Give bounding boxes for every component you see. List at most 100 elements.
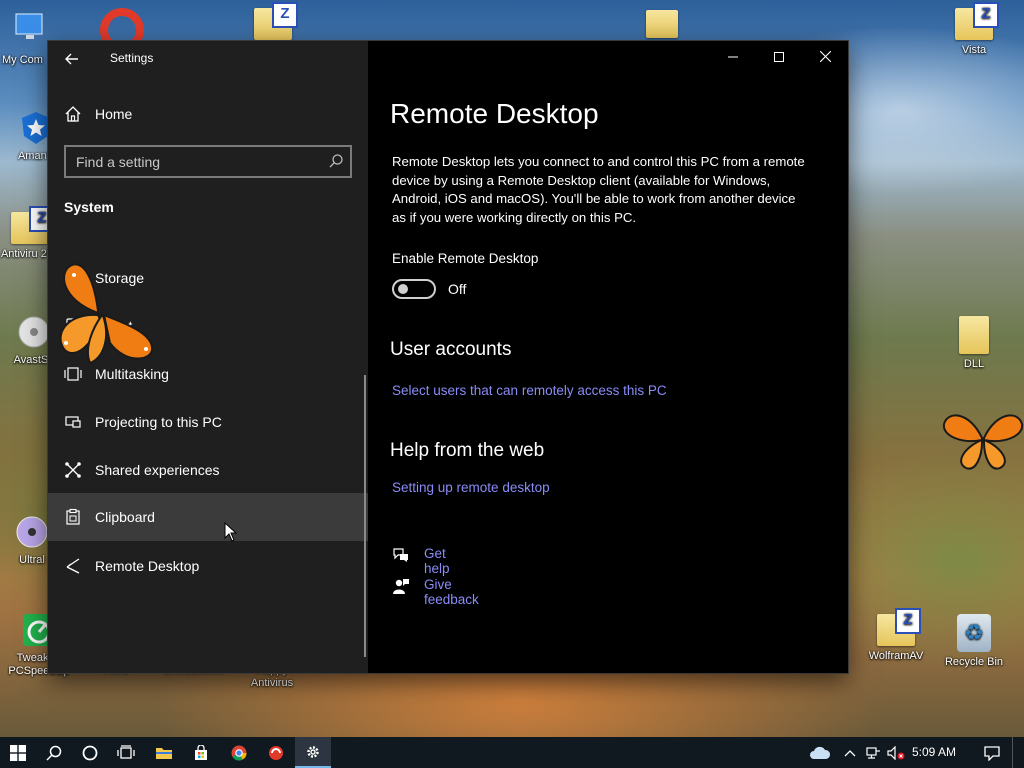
action-center-button[interactable] — [978, 737, 1006, 768]
enable-remote-desktop-label: Enable Remote Desktop — [392, 251, 539, 266]
volume-tray[interactable] — [884, 737, 908, 768]
close-icon — [819, 50, 831, 63]
setting-up-remote-desktop-link[interactable]: Setting up remote desktop — [392, 480, 550, 495]
remote-desktop-icon — [66, 558, 80, 574]
taskbar-search-button[interactable] — [36, 737, 72, 768]
sidebar-item-label: Clipboard — [95, 509, 155, 525]
give-feedback-link[interactable]: Give feedback — [424, 577, 479, 607]
sidebar-item-label: Multitasking — [95, 366, 169, 382]
search-icon[interactable] — [328, 153, 344, 169]
mouse-cursor-icon — [224, 522, 238, 542]
search-box[interactable] — [64, 145, 352, 178]
maximize-button[interactable] — [756, 41, 802, 73]
sidebar-item-label: Home — [95, 106, 133, 122]
onedrive-tray[interactable] — [806, 737, 834, 768]
taskbar-file-explorer[interactable] — [146, 737, 182, 768]
sidebar-item-home[interactable]: Home — [48, 90, 368, 138]
store-icon — [195, 744, 207, 760]
red-app-icon — [269, 745, 283, 760]
sidebar-section-title: System — [64, 199, 114, 215]
ccleaner-icon[interactable] — [100, 8, 144, 42]
sidebar-item-remote-desktop[interactable]: Remote Desktop — [48, 542, 368, 590]
show-desktop-button[interactable] — [1012, 737, 1024, 768]
search-input[interactable] — [66, 147, 328, 176]
task-view-button[interactable] — [108, 737, 144, 768]
cortana-button[interactable] — [72, 737, 108, 768]
desktop-icon-top-folder-2[interactable] — [644, 10, 680, 42]
taskbar: 5:09 AM — [0, 737, 1024, 768]
show-hidden-icons-button[interactable] — [840, 737, 860, 768]
help-heading: Help from the web — [390, 440, 545, 461]
cd-icon — [16, 516, 48, 548]
settings-content: Remote Desktop Remote Desktop lets you c… — [368, 41, 848, 673]
desktop-icon-label: WolframAV — [868, 650, 924, 662]
disc-icon — [18, 316, 50, 348]
minimize-button[interactable] — [710, 41, 756, 73]
page-description: Remote Desktop lets you connect to and c… — [392, 154, 805, 225]
get-help-icon — [393, 548, 408, 562]
desktop-icon-recycle-bin[interactable]: ♻ Recycle Bin — [938, 614, 1010, 669]
sidebar-item-label: Shared experiences — [95, 462, 220, 478]
sidebar-item-label: Projecting to this PC — [95, 414, 222, 430]
desktop-icon-vista[interactable]: Z Vista — [938, 2, 1010, 57]
get-help-link[interactable]: Get help — [424, 546, 450, 576]
taskbar-clock[interactable]: 5:09 AM — [912, 745, 956, 759]
butterfly-icon — [942, 414, 1024, 470]
give-feedback-icon — [393, 579, 409, 594]
desktop-icon-label: Vista — [961, 44, 987, 56]
shared-experiences-icon — [65, 462, 81, 478]
taskbar-red-app[interactable] — [258, 737, 294, 768]
close-button[interactable] — [802, 41, 848, 73]
user-accounts-heading: User accounts — [390, 339, 512, 360]
enable-remote-desktop-toggle[interactable] — [392, 279, 436, 299]
multitasking-icon — [64, 367, 82, 381]
folder-icon: Z — [11, 206, 55, 244]
taskbar-store[interactable] — [183, 737, 219, 768]
page-title: Remote Desktop — [390, 98, 599, 129]
back-button[interactable] — [60, 47, 84, 71]
start-button[interactable] — [0, 737, 36, 768]
folder-icon — [646, 10, 678, 38]
sidebar-item-label: Remote Desktop — [95, 558, 200, 574]
clipboard-icon — [66, 508, 80, 525]
folder-icon: Z — [254, 2, 298, 40]
taskbar-settings[interactable] — [295, 737, 331, 768]
volume-muted-icon — [887, 745, 905, 760]
notification-icon — [984, 745, 1000, 761]
windows-logo-icon — [10, 744, 26, 761]
recycle-bin-icon: ♻ — [957, 614, 991, 652]
taskbar-chrome[interactable] — [221, 737, 257, 768]
back-arrow-icon — [65, 53, 78, 65]
folder-icon: Z — [955, 2, 999, 40]
computer-icon — [15, 13, 43, 39]
search-icon — [46, 745, 62, 761]
desktop-icon-dll[interactable]: DLL — [938, 316, 1010, 371]
desktop-icon-label: Ultral — [19, 554, 45, 566]
desktop-icon-label: My Com — [2, 54, 43, 66]
desktop-icon-top-folder[interactable]: Z — [250, 2, 298, 44]
settings-gear-icon — [307, 745, 319, 758]
toggle-state-text: Off — [448, 281, 467, 297]
window-title: Settings — [110, 51, 154, 65]
settings-sidebar: Settings Home System Storage Tablet Mult… — [48, 41, 368, 673]
butterfly-icon — [59, 263, 154, 365]
projecting-icon — [65, 416, 81, 428]
desktop-icon-label: DLL — [963, 358, 985, 370]
cortana-icon — [82, 745, 98, 760]
network-icon — [866, 746, 880, 759]
folder-icon: Z — [877, 608, 921, 646]
desktop-icon-label: Recycle Bin — [944, 656, 1004, 668]
sidebar-scrollbar[interactable] — [364, 375, 366, 657]
file-explorer-icon — [156, 747, 172, 759]
minimize-icon — [728, 56, 738, 58]
folder-icon — [959, 316, 989, 354]
sidebar-item-clipboard[interactable]: Clipboard — [48, 493, 368, 541]
network-tray[interactable] — [862, 737, 884, 768]
home-icon — [65, 106, 81, 122]
sidebar-item-projecting[interactable]: Projecting to this PC — [48, 398, 368, 446]
select-users-link[interactable]: Select users that can remotely access th… — [392, 383, 667, 398]
chrome-icon — [231, 745, 247, 761]
desktop-icon-wolframav[interactable]: Z WolframAV — [860, 608, 932, 663]
sidebar-item-shared-experiences[interactable]: Shared experiences — [48, 446, 368, 494]
toggle-knob — [398, 284, 408, 294]
